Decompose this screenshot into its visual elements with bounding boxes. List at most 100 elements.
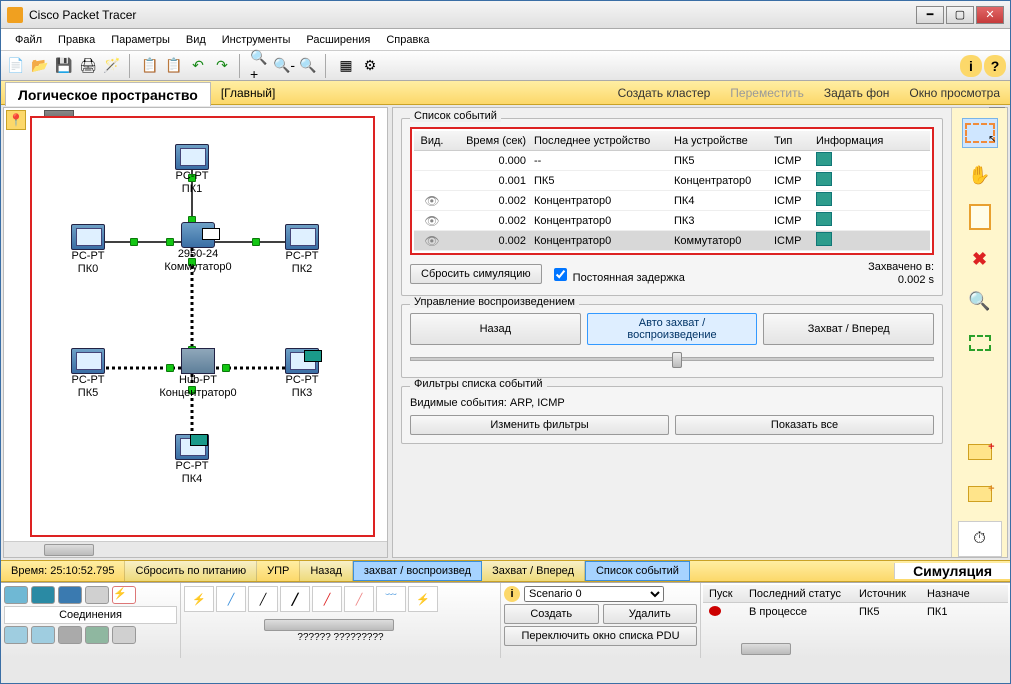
minimize-button[interactable]: ━: [916, 6, 944, 24]
conn-console-icon[interactable]: ╱: [216, 586, 246, 612]
edit-filters-button[interactable]: Изменить фильтры: [410, 415, 669, 435]
show-all-button[interactable]: Показать все: [675, 415, 934, 435]
hand-tool-icon[interactable]: ✋: [962, 160, 998, 190]
zoom-reset-button[interactable]: 🔍: [297, 55, 319, 77]
move-button[interactable]: Переместить: [720, 84, 814, 102]
main-area: 📍 PC-PTПК1: [1, 105, 1010, 560]
event-row[interactable]: 0.001ПК5Концентратор0ICMP: [414, 171, 930, 191]
save-button[interactable]: 💾: [53, 55, 75, 77]
new-button[interactable]: 📄: [5, 55, 27, 77]
menu-tools[interactable]: Инструменты: [214, 32, 299, 48]
play-back-button[interactable]: Назад: [410, 313, 581, 345]
upr-label: УПР: [257, 561, 300, 581]
cat2-icon[interactable]: [4, 626, 28, 644]
note-icon[interactable]: [962, 202, 998, 232]
speed-slider[interactable]: [410, 349, 934, 369]
conn-cross-icon[interactable]: ╱: [280, 586, 310, 612]
conn-serial-icon[interactable]: ⚡: [408, 586, 438, 612]
pdu-row[interactable]: В процессе ПК5 ПК1: [703, 603, 1008, 621]
device-pk1[interactable]: PC-PTПК1: [162, 144, 222, 196]
question-icon[interactable]: ?: [984, 55, 1006, 77]
menu-file[interactable]: Файл: [7, 32, 50, 48]
cat6-icon[interactable]: [112, 626, 136, 644]
paste-button[interactable]: 📋: [163, 55, 185, 77]
create-cluster-button[interactable]: Создать кластер: [608, 84, 721, 102]
menu-options[interactable]: Параметры: [103, 32, 178, 48]
event-list-title: Список событий: [410, 110, 501, 122]
cat4-icon[interactable]: [58, 626, 82, 644]
scenario-panel: i Scenario 0 Создать Удалить Переключить…: [501, 583, 701, 658]
scenario-create-button[interactable]: Создать: [504, 604, 599, 624]
custom-device-button[interactable]: ⚙: [359, 55, 381, 77]
scenario-delete-button[interactable]: Удалить: [603, 604, 698, 624]
menu-extensions[interactable]: Расширения: [298, 32, 378, 48]
topology-canvas[interactable]: PC-PTПК1 PC-PTПК0 PC-PTПК2 2950-24Коммут…: [30, 116, 375, 537]
connector-help: ?????? ?????????: [184, 632, 497, 643]
set-bg-button[interactable]: Задать фон: [814, 84, 900, 102]
event-row[interactable]: 👁0.002Концентратор0Коммутатор0ICMP: [414, 231, 930, 251]
cat5-icon[interactable]: [85, 626, 109, 644]
close-button[interactable]: ✕: [976, 6, 1004, 24]
nav-pin-icon[interactable]: 📍: [6, 110, 26, 130]
open-button[interactable]: 📂: [29, 55, 51, 77]
undo-button[interactable]: ↶: [187, 55, 209, 77]
add-simple-pdu-icon[interactable]: [962, 437, 998, 467]
pdu-scrollbar[interactable]: [741, 643, 791, 655]
conn-auto-icon[interactable]: ⚡: [184, 586, 214, 612]
conn-coax-icon[interactable]: ﹋: [376, 586, 406, 612]
maximize-button[interactable]: ▢: [946, 6, 974, 24]
redo-button[interactable]: ↷: [211, 55, 233, 77]
print-button[interactable]: 🖨: [77, 55, 99, 77]
device-pk0[interactable]: PC-PTПК0: [58, 224, 118, 276]
switch-pdu-list-button[interactable]: Переключить окно списка PDU: [504, 626, 697, 646]
conn-straight-icon[interactable]: ╱: [248, 586, 278, 612]
menu-view[interactable]: Вид: [178, 32, 214, 48]
scenario-select[interactable]: Scenario 0: [524, 586, 664, 602]
play-fwd-button[interactable]: Захват / Вперед: [763, 313, 934, 345]
select-tool-icon[interactable]: [962, 118, 998, 148]
conn-fiber-icon[interactable]: ╱: [312, 586, 342, 612]
zoom-out-button[interactable]: 🔍-: [273, 55, 295, 77]
play-auto-button[interactable]: Авто захват / воспроизведение: [587, 313, 758, 345]
window-titlebar: Cisco Packet Tracer ━ ▢ ✕: [1, 1, 1010, 29]
conn-phone-icon[interactable]: ╱: [344, 586, 374, 612]
device-pk5[interactable]: PC-PTПК5: [58, 348, 118, 400]
cat-router-icon[interactable]: [4, 586, 28, 604]
cat-switch-icon[interactable]: [31, 586, 55, 604]
zoom-in-button[interactable]: 🔍+: [249, 55, 271, 77]
event-row[interactable]: 👁0.002Концентратор0ПК4ICMP: [414, 191, 930, 211]
add-complex-pdu-icon[interactable]: [962, 479, 998, 509]
cat-connections-icon[interactable]: ⚡: [112, 586, 136, 604]
event-row[interactable]: 0.000--ПК5ICMP: [414, 151, 930, 171]
help-icon[interactable]: i: [960, 55, 982, 77]
simulation-mode-icon[interactable]: ⏱: [958, 521, 1002, 557]
device-pk2[interactable]: PC-PTПК2: [272, 224, 332, 276]
viewport-button[interactable]: Окно просмотра: [899, 84, 1010, 102]
mode-label[interactable]: Симуляция: [894, 563, 1010, 579]
h-scrollbar[interactable]: [4, 541, 387, 557]
cat-hub-icon[interactable]: [58, 586, 82, 604]
menu-help[interactable]: Справка: [378, 32, 437, 48]
reset-simulation-button[interactable]: Сбросить симуляцию: [410, 264, 542, 284]
inspect-icon[interactable]: 🔍: [962, 286, 998, 316]
cat3-icon[interactable]: [31, 626, 55, 644]
menu-edit[interactable]: Правка: [50, 32, 103, 48]
resize-tool-icon[interactable]: [962, 328, 998, 358]
constant-delay-check[interactable]: Постоянная задержка: [550, 265, 685, 284]
event-list-button[interactable]: Список событий: [585, 561, 690, 581]
copy-button[interactable]: 📋: [139, 55, 161, 77]
reset-power-button[interactable]: Сбросить по питанию: [125, 561, 257, 581]
event-row[interactable]: 👁0.002Концентратор0ПК3ICMP: [414, 211, 930, 231]
device-hub[interactable]: Hub-PTКонцентратор0: [150, 348, 246, 400]
info-icon[interactable]: i: [504, 586, 520, 602]
palette-button[interactable]: ▦: [335, 55, 357, 77]
wizard-button[interactable]: 🪄: [101, 55, 123, 77]
capture-fwd-button[interactable]: Захват / Вперед: [482, 561, 585, 581]
cat-wireless-icon[interactable]: [85, 586, 109, 604]
device-switch[interactable]: 2950-24Коммутатор0: [158, 222, 238, 274]
capture-play-button[interactable]: захват / воспроизвед: [353, 561, 482, 581]
back-button[interactable]: Назад: [300, 561, 353, 581]
delete-tool-icon[interactable]: ✖: [962, 244, 998, 274]
logical-workspace-tab[interactable]: Логическое пространство: [5, 82, 211, 106]
device-pk3[interactable]: PC-PTПК3: [272, 348, 332, 400]
